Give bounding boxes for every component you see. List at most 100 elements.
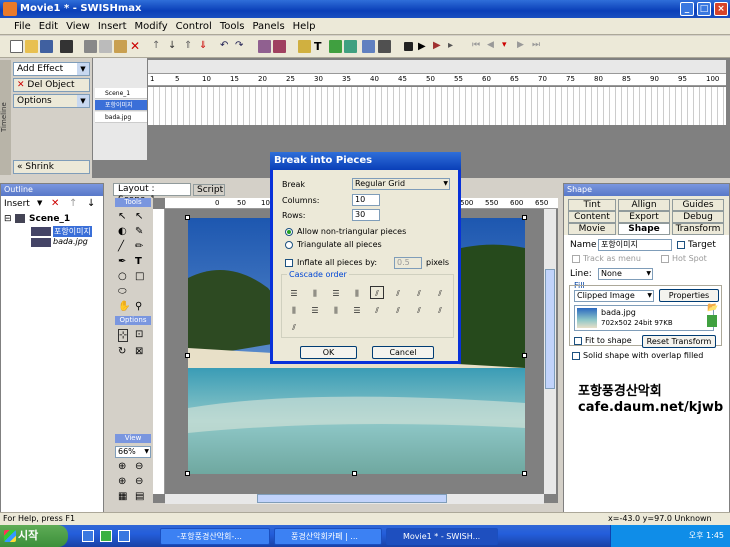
- zoom-actual-icon[interactable]: ⊖: [135, 476, 143, 487]
- track-as-menu-checkbox[interactable]: [572, 255, 580, 263]
- play-icon[interactable]: ▶: [418, 40, 431, 53]
- help-icon[interactable]: [258, 40, 271, 53]
- cascade-order-icon[interactable]: ⫽: [412, 287, 426, 300]
- tab-debug[interactable]: Debug: [672, 211, 724, 223]
- zoom-icon[interactable]: ⚲: [135, 301, 142, 312]
- name-input[interactable]: 포항이미지: [598, 239, 672, 251]
- selection-handle[interactable]: [522, 471, 527, 476]
- tab-transform[interactable]: Transform: [672, 223, 724, 235]
- menu-panels[interactable]: Panels: [248, 18, 288, 35]
- outline-item-image[interactable]: bada.jpg: [53, 237, 88, 246]
- outline-item-shape[interactable]: 포항이미지: [53, 226, 92, 237]
- cascade-order-icon-selected[interactable]: ⫽: [370, 286, 384, 299]
- allow-non-triangular-radio[interactable]: [285, 228, 293, 236]
- cascade-order-icon[interactable]: ⫼: [287, 304, 301, 317]
- timeline-frames[interactable]: [148, 87, 726, 125]
- break-select[interactable]: Regular Grid ▼: [352, 178, 450, 190]
- menu-edit[interactable]: Edit: [35, 18, 62, 35]
- outline-insert-button[interactable]: Insert: [4, 199, 30, 209]
- chevron-down-icon[interactable]: ▼: [37, 199, 42, 207]
- layout-vertical-scrollbar[interactable]: [544, 209, 556, 494]
- stop-icon[interactable]: [404, 42, 413, 51]
- rotate-icon[interactable]: ↻: [118, 346, 126, 357]
- insert-sprite-icon[interactable]: [344, 40, 357, 53]
- selection-handle[interactable]: [185, 215, 190, 220]
- menu-file[interactable]: File: [10, 18, 35, 35]
- properties-button[interactable]: Properties: [659, 289, 719, 302]
- cascade-order-icon[interactable]: ⫽: [433, 287, 447, 300]
- scroll-thumb[interactable]: [257, 494, 447, 503]
- play-scene-icon[interactable]: ▸: [448, 40, 461, 53]
- layout-horizontal-scrollbar[interactable]: [165, 494, 544, 504]
- pencil-icon[interactable]: ✏: [135, 241, 143, 252]
- cascade-order-icon[interactable]: ⫼: [308, 287, 322, 300]
- cascade-order-icon[interactable]: ⫼: [350, 287, 364, 300]
- edit-image-icon[interactable]: [707, 315, 717, 327]
- cut-icon[interactable]: [84, 40, 97, 53]
- pen-icon[interactable]: ✒: [118, 256, 126, 267]
- undo-icon[interactable]: ↶: [220, 40, 233, 53]
- play-effect-icon[interactable]: ▶: [433, 40, 446, 53]
- select-arrow-icon[interactable]: ↖: [118, 211, 126, 222]
- inflate-input[interactable]: 0.5: [394, 257, 422, 269]
- grid-icon[interactable]: ▦: [118, 491, 127, 502]
- hot-spot-checkbox[interactable]: [661, 255, 669, 263]
- delete-icon[interactable]: ✕: [51, 198, 59, 209]
- maximize-button[interactable]: □: [697, 2, 711, 16]
- zoom-out-icon[interactable]: ⊖: [135, 461, 143, 472]
- selection-handle[interactable]: [522, 215, 527, 220]
- add-effect-button[interactable]: Add Effect ▼: [13, 62, 90, 76]
- cascade-order-icon[interactable]: ☰: [308, 304, 322, 317]
- columns-input[interactable]: 10: [352, 194, 380, 206]
- options-button[interactable]: Options ▼: [13, 94, 90, 108]
- text-tool-icon[interactable]: T: [135, 256, 142, 267]
- selection-handle[interactable]: [352, 471, 357, 476]
- shrink-button[interactable]: « Shrink: [13, 160, 90, 174]
- save-icon[interactable]: [40, 40, 53, 53]
- tab-align[interactable]: Allign: [618, 199, 670, 211]
- quicklaunch-media-icon[interactable]: [100, 530, 112, 542]
- tab-script[interactable]: Script: [193, 184, 225, 196]
- menu-tools[interactable]: Tools: [216, 18, 249, 35]
- book-icon[interactable]: [273, 40, 286, 53]
- outline-scene-label[interactable]: Scene_1: [29, 214, 70, 224]
- selection-handle[interactable]: [185, 471, 190, 476]
- move-top-icon[interactable]: ⇑: [184, 40, 197, 53]
- close-button[interactable]: ×: [714, 2, 728, 16]
- line-select[interactable]: None ▼: [598, 268, 653, 280]
- cascade-order-icon[interactable]: ⫽: [412, 304, 426, 317]
- menu-insert[interactable]: Insert: [94, 18, 131, 35]
- snap-icon[interactable]: ⊹: [118, 329, 129, 342]
- cascade-order-icon[interactable]: ⫽: [370, 304, 384, 317]
- ellipse-tool-icon[interactable]: ○: [118, 271, 127, 282]
- move-up-icon[interactable]: ↑: [69, 198, 77, 209]
- timeline-row-scene[interactable]: Scene_1: [95, 88, 147, 99]
- cascade-order-icon[interactable]: ☰: [329, 287, 343, 300]
- cascade-order-icon[interactable]: ☰: [287, 287, 301, 300]
- autoshape-icon[interactable]: ⬭: [118, 286, 127, 297]
- cascade-order-icon[interactable]: ⫽: [287, 321, 301, 334]
- marker-icon[interactable]: ▾: [502, 40, 515, 53]
- scale-icon[interactable]: ⊡: [135, 329, 143, 340]
- insert-image-icon[interactable]: [329, 40, 342, 53]
- cascade-order-icon[interactable]: ⫽: [433, 304, 447, 317]
- first-frame-icon[interactable]: ⏮: [472, 40, 485, 53]
- quicklaunch-desktop-icon[interactable]: [118, 530, 130, 542]
- cascade-order-icon[interactable]: ⫽: [391, 287, 405, 300]
- zoom-select[interactable]: 66% ▼: [115, 446, 151, 458]
- menu-help[interactable]: Help: [289, 18, 320, 35]
- move-up-icon[interactable]: ↑: [152, 40, 165, 53]
- open-image-icon[interactable]: 📂: [707, 303, 718, 313]
- timeline-row-image[interactable]: bada.jpg: [95, 112, 147, 123]
- reset-transform-button[interactable]: Reset Transform: [642, 335, 716, 348]
- target-checkbox[interactable]: [677, 241, 685, 249]
- menu-modify[interactable]: Modify: [131, 18, 172, 35]
- paste-icon[interactable]: [114, 40, 127, 53]
- last-frame-icon[interactable]: ⏭: [532, 40, 545, 53]
- tab-movie[interactable]: Movie: [568, 223, 616, 235]
- menu-control[interactable]: Control: [172, 18, 216, 35]
- scroll-thumb[interactable]: [545, 269, 555, 389]
- image-preview-box[interactable]: bada.jpg 702x502 24bit 97KB: [574, 305, 714, 331]
- tab-guides[interactable]: Guides: [672, 199, 724, 211]
- triangulate-radio[interactable]: [285, 241, 293, 249]
